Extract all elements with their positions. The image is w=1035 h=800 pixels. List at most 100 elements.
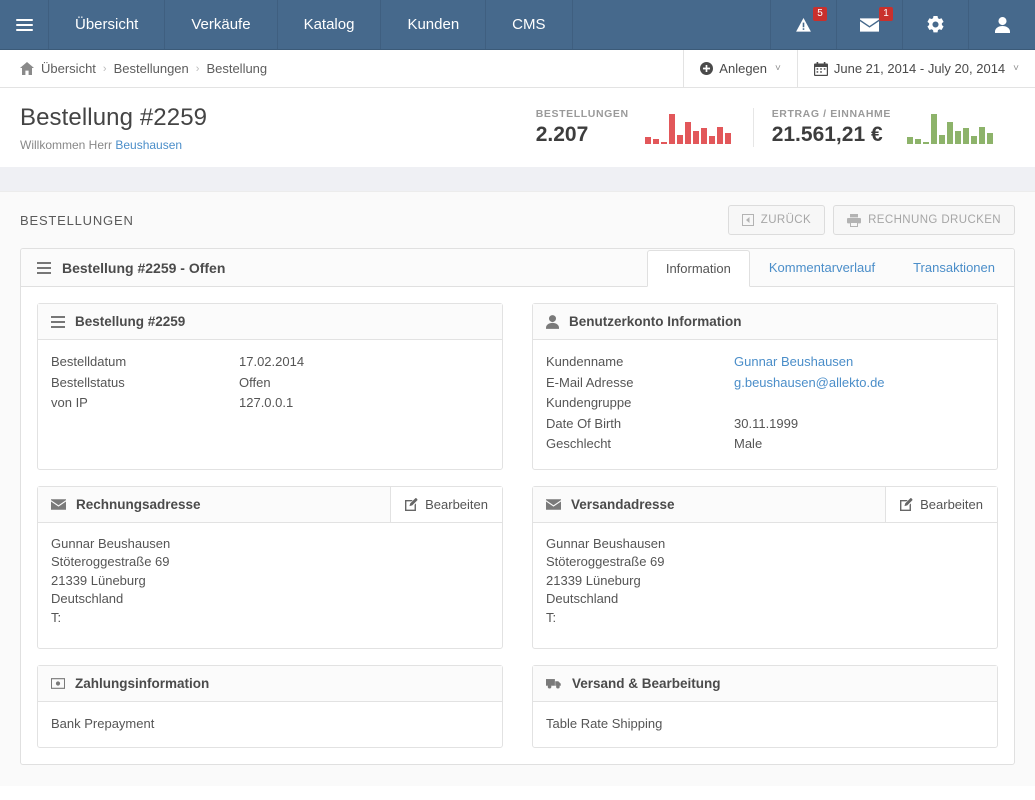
sparkline-bar	[979, 126, 985, 144]
create-new-dropdown[interactable]: Anlegen ˅	[683, 50, 797, 87]
nav-label: Übersicht	[75, 16, 139, 33]
table-row: Bestellstatus Offen	[51, 373, 489, 394]
order-detail-panel-title-group: Bestellung #2259 - Offen	[21, 249, 647, 286]
order-info-table: Bestelldatum 17.02.2014 Bestellstatus Of…	[51, 352, 489, 414]
customer-name-link[interactable]: Gunnar Beushausen	[734, 354, 853, 369]
address-line: Gunnar Beushausen	[51, 535, 171, 551]
edit-billing-address-label: Bearbeiten	[425, 496, 488, 512]
shipping-address-card: Versandadresse Bearbeiten Gunnar Beushau…	[532, 485, 998, 649]
sparkline-bar	[963, 127, 969, 144]
account-info-card: Benutzerkonto Information Kundenname Gun…	[532, 303, 998, 470]
stat-revenue-label: ERTRAG / EINNAHME	[771, 108, 891, 120]
header-stats: BESTELLUNGEN 2.207 ERTRAG / EINNAHME 21.…	[518, 108, 1015, 147]
address-line: 21339 Lüneburg	[51, 572, 146, 588]
tab-label: Information	[665, 261, 731, 276]
account-button[interactable]	[969, 0, 1035, 49]
payment-method: Bank Prepayment	[51, 715, 155, 731]
sparkline-bar	[700, 127, 707, 144]
sparkline-bar	[907, 136, 913, 144]
table-row: Bestelldatum 17.02.2014	[51, 352, 489, 373]
sparkline-bar	[724, 132, 731, 144]
sparkline-bar	[955, 130, 961, 144]
home-icon[interactable]	[20, 62, 34, 75]
back-button[interactable]: ZURÜCK	[727, 205, 826, 235]
nav-label: Verkäufe	[191, 16, 251, 33]
breadcrumb-item-bestellungen[interactable]: Bestellungen	[114, 61, 189, 76]
welcome-text: Willkommen Herr Beushausen	[20, 138, 518, 152]
menu-icon	[15, 16, 33, 34]
menu-icon	[37, 259, 51, 277]
sidebar-toggle-button[interactable]	[0, 0, 49, 49]
sparkline-bar	[708, 135, 715, 144]
sparkline-bar	[660, 141, 667, 144]
order-info-card-header: Bestellung #2259	[38, 304, 502, 340]
nav-item-cms[interactable]: CMS	[486, 0, 573, 49]
address-line: T:	[546, 609, 557, 625]
account-info-value	[734, 393, 984, 414]
account-info-title: Benutzerkonto Information	[569, 314, 742, 329]
address-line: Stöteroggestraße 69	[51, 554, 170, 569]
nav-label: CMS	[512, 16, 546, 33]
account-info-key: Geschlecht	[546, 436, 612, 451]
date-range-label: June 21, 2014 - July 20, 2014	[833, 61, 1006, 76]
order-detail-panel-header: Bestellung #2259 - Offen Information Kom…	[21, 249, 1014, 287]
account-info-key: Date Of Birth	[546, 415, 622, 431]
breadcrumb-bar: Übersicht › Bestellungen › Bestellung An…	[0, 50, 1035, 88]
envelope-icon	[546, 498, 561, 510]
table-row: Kundengruppe	[546, 393, 984, 414]
breadcrumb-item-uebersicht[interactable]: Übersicht	[41, 61, 96, 76]
tab-transaktionen[interactable]: Transaktionen	[894, 249, 1014, 286]
breadcrumb-separator: ›	[102, 62, 107, 75]
messages-badge: 1	[879, 7, 893, 21]
page-header-left: Bestellung #2259 Willkommen Herr Beushau…	[20, 104, 518, 152]
edit-shipping-address-label: Bearbeiten	[920, 496, 983, 512]
tab-information[interactable]: Information	[646, 250, 750, 287]
sparkline-bar	[915, 138, 921, 144]
user-icon	[994, 16, 1010, 33]
shipping-address-title: Versandadresse	[571, 496, 675, 512]
order-detail-panel-title: Bestellung #2259 - Offen	[62, 259, 226, 276]
settings-button[interactable]	[903, 0, 969, 49]
edit-shipping-address-button[interactable]: Bearbeiten	[885, 486, 997, 522]
gear-icon	[927, 16, 944, 33]
printer-icon	[847, 213, 862, 227]
breadcrumb-item-bestellung[interactable]: Bestellung	[206, 61, 267, 76]
payment-info-title: Zahlungsinformation	[75, 675, 210, 691]
tab-kommentarverlauf[interactable]: Kommentarverlauf	[750, 249, 894, 286]
messages-button[interactable]: 1	[837, 0, 903, 49]
notifications-button[interactable]: 5	[771, 0, 837, 49]
page-title: Bestellung #2259	[20, 103, 208, 131]
sparkline-bar	[668, 113, 675, 144]
chevron-down-icon: ˅	[1013, 63, 1019, 74]
shipping-method-card: Versand & Bearbeitung Table Rate Shippin…	[532, 664, 998, 748]
nav-item-verkaeufe[interactable]: Verkäufe	[165, 0, 278, 49]
back-button-label: ZURÜCK	[760, 214, 812, 226]
address-line: Gunnar Beushausen	[546, 535, 666, 551]
account-info-value: Gunnar Beushausen	[734, 352, 984, 373]
print-invoice-button[interactable]: RECHNUNG DRUCKEN	[833, 205, 1015, 235]
sparkline-bar	[947, 121, 953, 144]
table-row: Geschlecht Male	[546, 434, 984, 455]
shipping-method: Table Rate Shipping	[546, 715, 663, 731]
payment-info-card-header: Zahlungsinformation	[38, 665, 502, 702]
print-invoice-label: RECHNUNG DRUCKEN	[868, 214, 1001, 226]
account-info-card-header: Benutzerkonto Information	[533, 304, 997, 340]
sparkline-bar	[692, 130, 699, 144]
chevron-down-icon: ˅	[775, 63, 781, 74]
user-icon	[546, 314, 559, 329]
welcome-user-link[interactable]: Beushausen	[115, 138, 182, 152]
billing-address-card-header: Rechnungsadresse Bearbeiten	[38, 486, 502, 523]
billing-address-title: Rechnungsadresse	[76, 496, 201, 512]
table-row: von IP 127.0.0.1	[51, 393, 489, 414]
customer-email-link[interactable]: g.beushausen@allekto.de	[734, 375, 885, 390]
nav-item-kunden[interactable]: Kunden	[381, 0, 487, 49]
content-header: BESTELLUNGEN ZURÜCK RECHNUNG DRUCKEN	[20, 192, 1015, 248]
account-info-value: 30.11.1999	[734, 415, 799, 431]
sparkline-bar	[676, 134, 683, 144]
edit-billing-address-button[interactable]: Bearbeiten	[390, 486, 502, 522]
panel-tabs: Information Kommentarverlauf Transaktion…	[646, 249, 1014, 287]
nav-item-katalog[interactable]: Katalog	[278, 0, 382, 49]
date-range-dropdown[interactable]: June 21, 2014 - July 20, 2014 ˅	[796, 50, 1035, 87]
nav-item-uebersicht[interactable]: Übersicht	[49, 0, 166, 49]
sparkline-bar	[923, 141, 929, 144]
